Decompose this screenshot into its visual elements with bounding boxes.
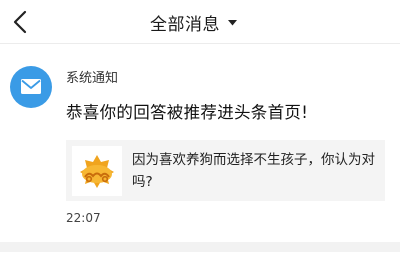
message-filter-dropdown[interactable]: 全部消息 [150,8,237,36]
envelope-icon [21,79,41,94]
top-bar: 全部消息 [0,0,400,44]
golden-cloud-icon [80,155,114,188]
page-title: 全部消息 [150,14,220,35]
notification-message: 恭喜你的回答被推荐进头条首页! [66,103,309,122]
next-notification-card[interactable] [0,252,400,274]
question-thumbnail [72,146,122,196]
caret-down-icon [228,19,237,25]
avatar [10,66,52,108]
chevron-left-icon [13,10,27,34]
quoted-question-card[interactable]: 因为喜欢养狗而选择不生孩子，你认为对吗? [66,140,385,201]
back-button[interactable] [4,4,38,40]
timestamp: 22:07 [66,211,101,225]
quoted-question-text: 因为喜欢养狗而选择不生孩子，你认为对吗? [132,152,375,190]
notification-card[interactable]: 系统通知 恭喜你的回答被推荐进头条首页! 因为喜欢养狗而选择不生孩子，你认为对吗… [0,45,400,242]
sender-name: 系统通知 [66,71,119,86]
